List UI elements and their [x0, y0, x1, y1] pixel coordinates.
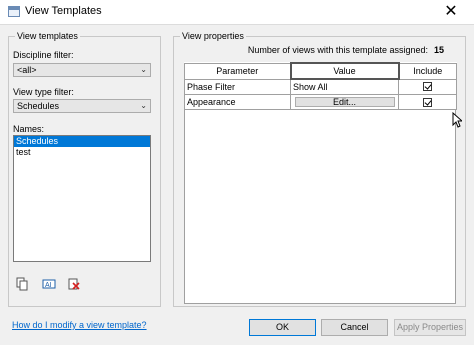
include-cell[interactable]	[398, 94, 457, 110]
table-row[interactable]: Appearance Edit...	[184, 94, 457, 110]
view-type-filter-value: Schedules	[17, 101, 60, 111]
parameter-cell: Appearance	[184, 94, 291, 110]
window-title: View Templates	[25, 5, 102, 17]
column-header-parameter[interactable]: Parameter	[184, 62, 291, 80]
include-checkbox[interactable]	[423, 82, 432, 92]
discipline-filter-label: Discipline filter:	[13, 50, 74, 60]
help-link[interactable]: How do I modify a view template?	[12, 320, 147, 330]
ok-button[interactable]: OK	[249, 319, 316, 336]
edit-appearance-button[interactable]: Edit...	[294, 97, 395, 107]
value-cell[interactable]: Show All	[290, 78, 399, 95]
duplicate-icon[interactable]	[15, 277, 29, 291]
view-templates-legend: View templates	[17, 31, 78, 41]
view-type-filter-select[interactable]: Schedules ⌄	[13, 99, 151, 113]
names-list[interactable]: Schedules test	[13, 135, 151, 262]
list-item[interactable]: Schedules	[14, 136, 150, 147]
chevron-down-icon: ⌄	[140, 65, 147, 74]
names-label: Names:	[13, 124, 45, 134]
include-checkbox[interactable]	[423, 97, 432, 107]
mouse-pointer-icon	[452, 112, 462, 128]
table-row[interactable]: Phase Filter Show All	[184, 78, 457, 95]
list-item[interactable]: test	[14, 147, 150, 158]
column-header-value[interactable]: Value	[289, 62, 400, 80]
delete-icon[interactable]	[67, 277, 81, 291]
svg-text:AI: AI	[45, 282, 52, 289]
discipline-filter-value: <all>	[17, 65, 37, 75]
views-count-label: Number of views with this template assig…	[247, 45, 428, 55]
views-count-value: 15	[434, 45, 445, 55]
discipline-filter-select[interactable]: <all> ⌄	[13, 63, 151, 77]
value-cell: Edit...	[290, 94, 399, 110]
view-properties-legend: View properties	[182, 31, 244, 41]
close-icon[interactable]: ✕	[428, 0, 474, 24]
view-type-filter-label: View type filter:	[13, 87, 74, 97]
view-templates-app-icon	[8, 6, 20, 17]
properties-table: Parameter Value Include Phase Filter Sho…	[184, 62, 457, 110]
rename-icon[interactable]: AI	[42, 277, 56, 291]
column-header-include[interactable]: Include	[398, 62, 457, 80]
chevron-down-icon: ⌄	[140, 101, 147, 110]
apply-properties-button[interactable]: Apply Properties	[394, 319, 466, 336]
include-cell[interactable]	[398, 78, 457, 95]
title-bar: View Templates ✕	[0, 0, 474, 24]
cancel-button[interactable]: Cancel	[321, 319, 388, 336]
table-header-row: Parameter Value Include	[184, 62, 457, 80]
parameter-cell: Phase Filter	[184, 78, 291, 95]
